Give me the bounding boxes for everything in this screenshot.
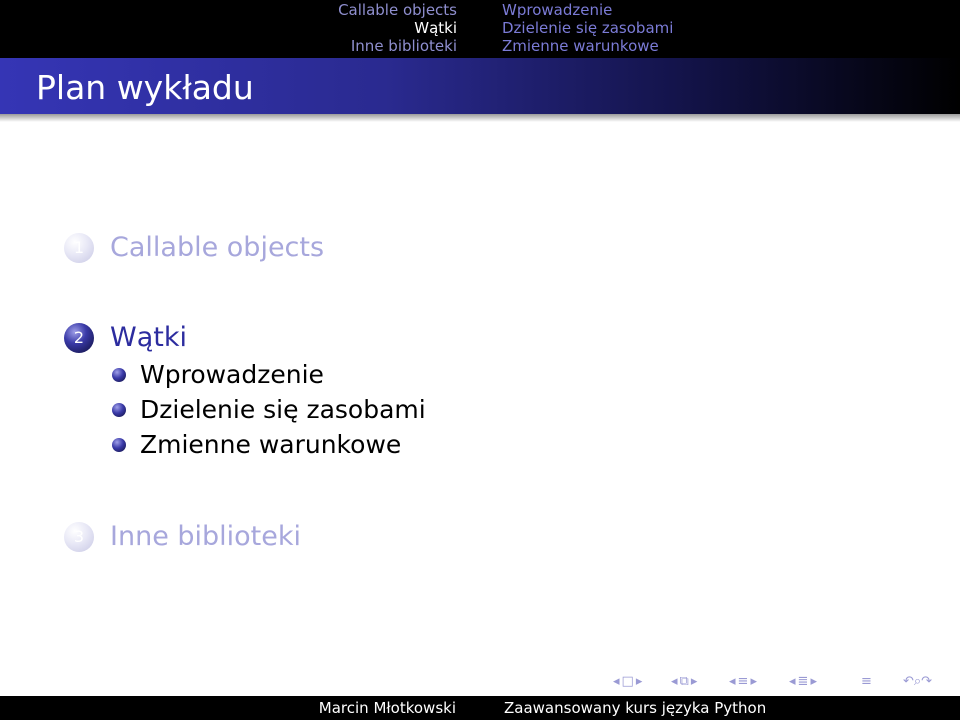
search-nav-group: ↶⌕↷ [902, 670, 933, 692]
toc-subsection-label: Zmienne warunkowe [140, 430, 402, 459]
document-nav-group: ◂ ≣ ▸ [788, 670, 818, 692]
nav-left-icon[interactable]: ◂ [728, 674, 737, 689]
footer-title: Zaawansowany kurs języka Python [504, 699, 767, 717]
nav-right-icon[interactable]: ▸ [690, 674, 699, 689]
nav-right-icon[interactable]: ▸ [809, 674, 818, 689]
frame-nav-group: ◂ □ ▸ [612, 670, 643, 692]
footer-author: Marcin Młotkowski [318, 699, 456, 717]
nav-subsection-wprowadzenie[interactable]: Wprowadzenie [502, 1, 612, 19]
section-nav-group: ◂ ≡ ▸ [728, 670, 758, 692]
nav-section-watki[interactable]: Wątki [414, 19, 457, 37]
nav-subsection-dzielenie[interactable]: Dzielenie się zasobami [502, 19, 673, 37]
nav-left-icon[interactable]: ◂ [788, 674, 797, 689]
toc-section-callable-objects[interactable]: 1 Callable objects [64, 232, 324, 263]
document-icon[interactable]: ≡ [860, 674, 873, 689]
nav-subsection-zmienne[interactable]: Zmienne warunkowe [502, 37, 659, 55]
toc-subsection-wprowadzenie[interactable]: Wprowadzenie [112, 360, 324, 389]
page-title: Plan wykładu [36, 68, 254, 107]
toc-section-watki[interactable]: 2 Wątki [64, 322, 187, 353]
section-number-badge: 2 [64, 322, 94, 353]
search-icon[interactable]: ↶⌕↷ [902, 674, 933, 689]
subsection-icon[interactable]: ⧉ [679, 674, 690, 689]
section-number-badge: 1 [64, 232, 94, 263]
toc-subsection-zmienne[interactable]: Zmienne warunkowe [112, 430, 401, 459]
section-number-badge: 3 [64, 521, 94, 552]
header-navigation: Callable objects Wątki Inne biblioteki W… [0, 0, 960, 58]
nav-right-icon[interactable]: ▸ [749, 674, 758, 689]
bullet-ball-icon [112, 367, 126, 382]
bullet-ball-icon [112, 437, 126, 452]
nav-left-icon[interactable]: ◂ [670, 674, 679, 689]
bullet-ball-icon [112, 402, 126, 417]
section-nav: Callable objects Wątki Inne biblioteki [280, 0, 457, 59]
toc-section-label: Inne biblioteki [110, 521, 302, 552]
nav-section-inne-biblioteki[interactable]: Inne biblioteki [351, 37, 457, 55]
toc-section-inne-biblioteki[interactable]: 3 Inne biblioteki [64, 521, 301, 552]
toc-section-label: Callable objects [110, 232, 325, 263]
title-shadow [0, 114, 960, 122]
subsection-nav: Wprowadzenie Dzielenie się zasobami Zmie… [502, 0, 802, 59]
toc-section-label: Wątki [110, 322, 187, 353]
toc-subsection-label: Wprowadzenie [140, 360, 324, 389]
footer-bar: Marcin Młotkowski Zaawansowany kurs języ… [0, 696, 960, 720]
frame-icon[interactable]: □ [621, 674, 635, 689]
nav-left-icon[interactable]: ◂ [612, 674, 621, 689]
document-icon[interactable]: ≣ [797, 674, 810, 689]
section-icon[interactable]: ≡ [737, 674, 750, 689]
nav-section-callable-objects[interactable]: Callable objects [338, 1, 457, 19]
subsection-nav-group: ◂ ⧉ ▸ [670, 670, 698, 692]
nav-right-icon[interactable]: ▸ [635, 674, 644, 689]
frame-title-bar: Plan wykładu [0, 58, 960, 114]
toc-subsection-label: Dzielenie się zasobami [140, 395, 426, 424]
toc-subsection-dzielenie[interactable]: Dzielenie się zasobami [112, 395, 426, 424]
appendix-nav-group: ≡ [860, 670, 873, 692]
